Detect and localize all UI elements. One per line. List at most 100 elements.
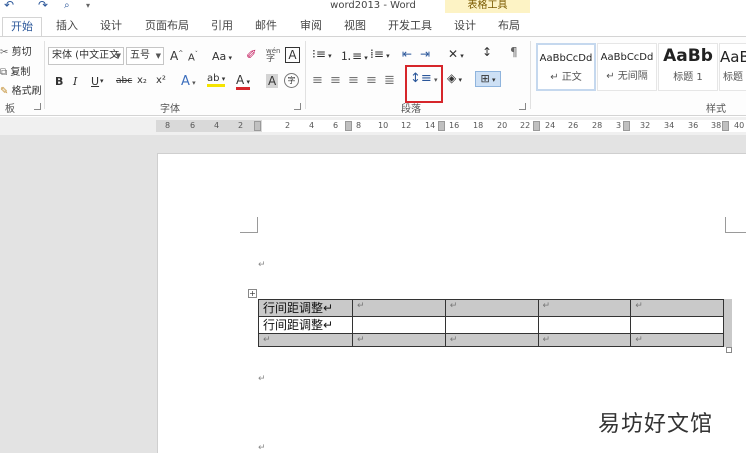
ruler-number: 20 bbox=[497, 121, 508, 130]
table-cell[interactable]: 行间距调整↵ bbox=[258, 316, 353, 334]
font-launcher-icon[interactable] bbox=[294, 103, 301, 110]
bold-button[interactable]: B bbox=[55, 75, 63, 88]
table-cell[interactable]: ↵ bbox=[352, 333, 446, 347]
borders-button[interactable]: ⊞ ▾ bbox=[475, 71, 501, 87]
clipboard-launcher-icon[interactable] bbox=[34, 103, 41, 110]
subscript-button[interactable]: x₂ bbox=[137, 75, 147, 86]
table-resize-handle[interactable] bbox=[726, 347, 732, 353]
superscript-button[interactable]: x² bbox=[156, 75, 166, 86]
multilevel-list-button[interactable]: ⁞≡ ▾ bbox=[370, 47, 390, 61]
table-cell[interactable] bbox=[444, 316, 539, 334]
strikethrough-button[interactable]: abc bbox=[116, 76, 132, 86]
shrink-font-button[interactable]: Aˇ bbox=[188, 51, 198, 63]
justify-icon[interactable]: ≡ bbox=[366, 73, 377, 88]
sort-icon[interactable]: ↕ bbox=[482, 45, 492, 59]
table-cell[interactable]: ↵ bbox=[537, 299, 632, 317]
shading-button[interactable]: ◈ ▾ bbox=[447, 71, 462, 85]
tab-home[interactable]: 开始 bbox=[2, 17, 42, 37]
highlight-button[interactable]: ab ▾ bbox=[207, 73, 226, 87]
table-cell[interactable] bbox=[352, 316, 446, 334]
character-border-button[interactable]: A bbox=[285, 47, 300, 63]
cut-button[interactable]: ✂ 剪切 bbox=[0, 43, 32, 58]
tab-table-design[interactable]: 设计 bbox=[446, 17, 484, 37]
group-separator bbox=[44, 41, 45, 109]
align-right-icon[interactable]: ≡ bbox=[348, 73, 359, 88]
table-cell[interactable]: ↵ bbox=[258, 333, 353, 347]
tab-insert[interactable]: 插入 bbox=[48, 17, 86, 37]
format-painter-button[interactable]: ✎ 格式刷 bbox=[0, 82, 42, 97]
tab-developer[interactable]: 开发工具 bbox=[382, 17, 438, 37]
tab-references[interactable]: 引用 bbox=[203, 17, 241, 37]
column-marker[interactable] bbox=[722, 121, 729, 131]
title-bar: ↶ ↷ ⌕ ▾ word2013 - Word bbox=[0, 0, 746, 13]
table-cell[interactable]: ↵ bbox=[444, 299, 539, 317]
table-row: 行间距调整↵ bbox=[258, 316, 724, 334]
bullets-button[interactable]: ⁝≡ ▾ bbox=[312, 47, 332, 61]
watermark: 易坊好文馆 bbox=[598, 412, 714, 437]
column-marker[interactable] bbox=[345, 121, 352, 131]
tab-review[interactable]: 审阅 bbox=[292, 17, 330, 37]
ruler-number: 6 bbox=[333, 121, 339, 130]
table-cell[interactable]: ↵ bbox=[537, 333, 632, 347]
table-move-handle[interactable]: + bbox=[248, 289, 257, 298]
brush-icon: ✎ bbox=[0, 86, 9, 97]
table-cell[interactable]: ↵ bbox=[352, 299, 446, 317]
paragraph-mark: ↵ bbox=[258, 260, 266, 270]
character-shading-button[interactable]: A bbox=[266, 74, 279, 88]
font-color-button[interactable]: A ▾ bbox=[236, 73, 250, 90]
ruler-number: 34 bbox=[664, 121, 675, 130]
show-marks-icon[interactable]: ¶ bbox=[510, 45, 518, 59]
text-effects-button[interactable]: A ▾ bbox=[181, 74, 196, 89]
chinese-layout-icon[interactable]: ✕ ▾ bbox=[448, 47, 464, 61]
numbering-button[interactable]: ⒈≡ ▾ bbox=[340, 47, 368, 64]
align-center-icon[interactable]: ≡ bbox=[330, 73, 341, 88]
phonetic-guide-button[interactable]: wén 字 bbox=[266, 47, 280, 64]
align-left-icon[interactable]: ≡ bbox=[312, 73, 323, 88]
table-cell[interactable]: 行间距调整↵ bbox=[258, 299, 353, 317]
tab-mailings[interactable]: 邮件 bbox=[247, 17, 285, 37]
enclose-characters-button[interactable]: 字 bbox=[284, 73, 299, 88]
column-marker[interactable] bbox=[438, 121, 445, 131]
table-cell[interactable] bbox=[537, 316, 632, 334]
font-name-combo[interactable]: 宋体 (中文正文 ▼ bbox=[48, 47, 124, 65]
increase-indent-icon[interactable]: ⇥ bbox=[420, 47, 430, 61]
ruler-number: 40 bbox=[734, 121, 745, 130]
change-case-button[interactable]: Aa ▾ bbox=[212, 50, 232, 63]
clear-format-icon[interactable]: ✐ bbox=[246, 48, 257, 63]
scissors-icon: ✂ bbox=[0, 47, 9, 58]
tab-design[interactable]: 设计 bbox=[92, 17, 130, 37]
column-marker[interactable] bbox=[533, 121, 540, 131]
tab-view[interactable]: 视图 bbox=[336, 17, 374, 37]
ruler-number: 26 bbox=[568, 121, 579, 130]
table-tools-header: 表格工具 bbox=[445, 0, 530, 13]
decrease-indent-icon[interactable]: ⇤ bbox=[402, 47, 412, 61]
distributed-icon[interactable]: ≣ bbox=[384, 73, 395, 88]
font-size-combo[interactable]: 五号 ▼ bbox=[126, 47, 164, 65]
ruler-number: 22 bbox=[520, 121, 531, 130]
paragraph-launcher-icon[interactable] bbox=[519, 103, 526, 110]
tab-page-layout[interactable]: 页面布局 bbox=[140, 17, 194, 37]
column-marker[interactable] bbox=[623, 121, 630, 131]
table-cell[interactable]: ↵ bbox=[630, 333, 724, 347]
style-title[interactable]: AaB 标题 bbox=[719, 43, 746, 91]
ruler-number: 36 bbox=[688, 121, 699, 130]
style-heading-1[interactable]: AaBb 标题 1 bbox=[658, 43, 718, 91]
table-cell[interactable] bbox=[630, 316, 724, 334]
ruler-number: 16 bbox=[449, 121, 460, 130]
tab-table-layout[interactable]: 布局 bbox=[490, 17, 528, 37]
horizontal-ruler[interactable]: 8 6 4 2 2 4 6 8 10 12 14 16 18 20 22 24 … bbox=[0, 117, 746, 135]
document-table[interactable]: 行间距调整↵ ↵ ↵ ↵ ↵ 行间距调整↵ ↵ ↵ ↵ ↵ ↵ bbox=[258, 299, 724, 347]
underline-button[interactable]: U bbox=[91, 75, 99, 88]
dropdown-arrow-icon: ▼ bbox=[115, 52, 121, 60]
style-no-spacing[interactable]: AaBbCcDd ↵ 无间隔 bbox=[597, 43, 657, 91]
copy-button[interactable]: ⧉ 复制 bbox=[0, 63, 30, 78]
ruler-number: 4 bbox=[214, 121, 220, 130]
italic-button[interactable]: I bbox=[73, 75, 77, 88]
table-cell[interactable]: ↵ bbox=[444, 333, 539, 347]
underline-dropdown-icon[interactable]: ▾ bbox=[100, 77, 104, 85]
style-normal[interactable]: AaBbCcDd ↵ 正文 bbox=[536, 43, 596, 91]
table-cell[interactable]: ↵ bbox=[630, 299, 724, 317]
crop-mark bbox=[726, 232, 746, 233]
grow-font-button[interactable]: A^ bbox=[170, 49, 183, 63]
indent-marker[interactable] bbox=[254, 121, 261, 131]
